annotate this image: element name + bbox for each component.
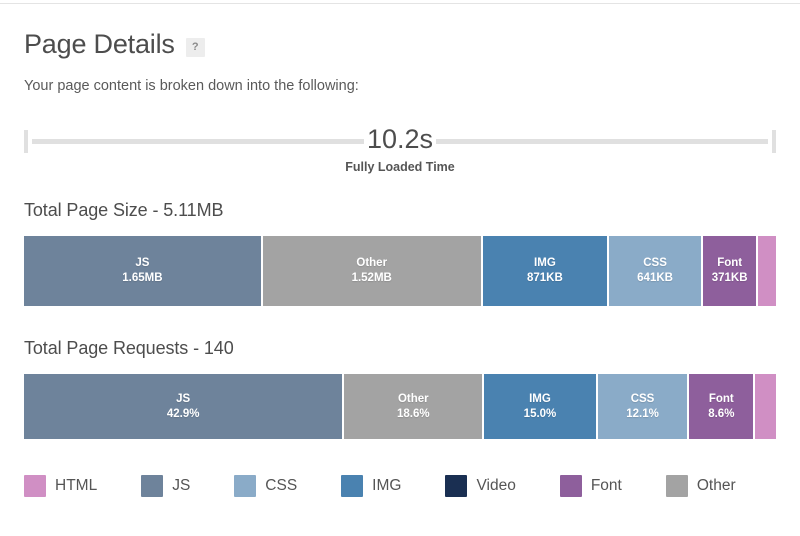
legend-label: JS [172,477,191,494]
legend-label: HTML [55,477,98,494]
bar-segment-label: IMG [534,257,556,269]
legend-swatch-font-icon [559,475,582,497]
legend-label: Font [590,477,622,494]
page-subtitle: Your page content is broken down into th… [24,78,359,94]
bar-segment-img[interactable]: IMG 871KB [482,236,610,306]
bar-segment-value: 8.6% [708,407,735,420]
total-page-requests-heading: Total Page Requests - 140 [24,338,234,358]
bar-segment-value: 1.52MB [351,272,392,284]
total-page-requests-bar: JS 42.9% Other 18.6% IMG 15.0% CSS 12.1% Font 8.6… [24,374,776,439]
bar-segment-font[interactable]: Font 371KB [702,236,759,306]
legend-swatch-html-icon [24,475,46,497]
fully-loaded-value: 10.2s [366,124,434,154]
legend-item-other[interactable]: Other [665,475,736,497]
legend-swatch-img-icon [341,475,364,497]
legend-item-video[interactable]: Video [445,475,516,497]
bar-segment-label: Font [708,392,734,405]
legend-item-img[interactable]: IMG [341,475,401,497]
legend-label: IMG [372,477,402,494]
bar-segment-value: 18.6% [397,407,430,420]
legend-item-css[interactable]: CSS [234,475,297,497]
chart-legend: HTML JS CSS IMG Video Font Other [24,464,776,508]
legend-swatch-js-icon [141,475,164,497]
fully-loaded-label: Fully Loaded Time [345,160,455,174]
bar-segment-value: 1.65MB [122,272,163,284]
bar-segment-label: CSS [630,392,655,405]
legend-swatch-video-icon [445,475,468,497]
page-details-panel: Page Details ? Your page content is brok… [0,0,800,536]
total-page-size-heading: Total Page Size - 5.11MB [24,200,224,220]
bar-segment-value: 15.0% [523,407,557,420]
legend-swatch-other-icon [665,475,688,497]
bar-segment-other[interactable]: Other 1.52MB [262,236,483,306]
bar-segment-css[interactable]: CSS 641KB [609,236,703,306]
bar-segment-font[interactable]: Font 8.6% [689,374,756,439]
bar-segment-label: Font [717,257,743,269]
bar-segment-css[interactable]: CSS 12.1% [597,374,690,439]
bar-segment-label: Other [397,392,429,405]
bar-segment-other[interactable]: Other 18.6% [344,374,485,439]
legend-swatch-css-icon [234,475,257,497]
bar-segment-value: 12.1% [626,407,659,420]
bar-segment-js[interactable]: JS 1.65MB [24,236,263,306]
bar-segment-value: 371KB [711,272,748,284]
fully-loaded-ruler: 10.2s [24,124,776,154]
page-header: Page Details ? [24,28,205,60]
page-title: Page Details [24,29,175,59]
bar-segment-img[interactable]: IMG 15.0% [484,374,598,439]
bar-segment-html[interactable] [755,374,776,439]
bar-segment-js[interactable]: JS 42.9% [24,374,345,439]
bar-segment-value: 871KB [527,272,563,284]
legend-item-js[interactable]: JS [141,475,190,497]
bar-segment-html[interactable] [758,236,777,306]
bar-segment-label: Other [356,257,388,269]
legend-label: Video [476,477,516,494]
bar-segment-label: IMG [529,392,551,405]
legend-item-html[interactable]: HTML [24,475,97,497]
bar-segment-label: JS [176,392,191,405]
legend-label: Other [696,477,736,494]
legend-item-font[interactable]: Font [559,475,622,497]
bar-segment-value: 641KB [637,272,673,284]
help-icon[interactable]: ? [185,37,205,57]
legend-label: CSS [265,477,298,494]
total-page-size-block: Total Page Size - 5.11MB JS 1.65MB Other 1.… [24,198,777,306]
bar-segment-label: CSS [643,257,667,269]
total-page-requests-block: Total Page Requests - 140 JS 42.9% Other 18… [24,336,776,439]
total-page-size-bar: JS 1.65MB Other 1.52MB IMG 871KB CSS 641KB Font 3… [24,236,777,306]
bar-segment-label: JS [135,257,150,269]
bar-segment-value: 42.9% [166,407,200,420]
